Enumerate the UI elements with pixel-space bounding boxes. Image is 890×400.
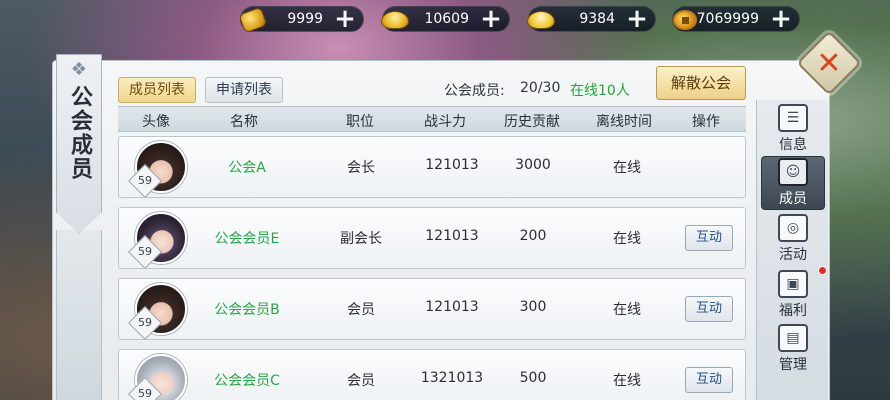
manage-icon: ▤ — [778, 324, 808, 352]
panel-title: 公会成员 — [67, 85, 92, 181]
table-row[interactable]: 59 公会会员E 副会长 121013 200 在线 互动 — [118, 207, 746, 269]
left-strip-decoration — [56, 230, 102, 400]
member-position: 会员 — [347, 302, 375, 318]
member-contribution: 500 — [519, 370, 547, 386]
currency-value: 9999 — [287, 11, 323, 27]
member-name: 公会会员C — [214, 373, 280, 389]
header-action: 操作 — [692, 114, 720, 130]
currency-value: 7069999 — [696, 11, 759, 27]
nav-item-manage[interactable]: ▤ 管理 — [761, 322, 825, 376]
member-contribution: 3000 — [515, 157, 551, 173]
scroll-icon: ☰ — [778, 104, 808, 132]
currency-value: 9384 — [579, 11, 615, 27]
interact-button[interactable]: 互动 — [685, 225, 733, 251]
members-count-label: 公会成员: — [444, 83, 505, 99]
nav-item-activity[interactable]: ◎ 活动 — [761, 212, 825, 266]
member-power: 121013 — [425, 157, 479, 173]
member-name: 公会A — [228, 160, 266, 176]
gold-ingot-icon — [525, 4, 557, 36]
member-contribution: 300 — [519, 299, 547, 315]
member-position: 会员 — [347, 373, 375, 389]
disband-guild-button[interactable]: 解散公会 — [656, 66, 746, 100]
member-position: 副会长 — [340, 231, 382, 247]
gift-icon: ▣ — [778, 270, 808, 298]
member-power: 121013 — [425, 299, 479, 315]
header-position: 职位 — [346, 114, 374, 130]
member-contribution: 200 — [519, 228, 547, 244]
currency-copper-coin: 7069999 + — [672, 6, 800, 32]
table-row[interactable]: 59 公会A 会长 121013 3000 在线 — [118, 136, 746, 198]
knot-icon: ❖ — [70, 59, 88, 80]
members-count-value: 20/30 — [520, 80, 561, 96]
notification-dot — [818, 266, 827, 275]
header-offline-time: 离线时间 — [596, 114, 652, 130]
currency-gold-ingot: 9384 + — [527, 6, 656, 32]
member-offline: 在线 — [613, 302, 641, 318]
nav-item-members[interactable]: ☺ 成员 — [761, 156, 825, 210]
close-icon: ✕ — [816, 45, 842, 81]
member-offline: 在线 — [613, 160, 641, 176]
member-power: 121013 — [425, 228, 479, 244]
interact-button[interactable]: 互动 — [685, 296, 733, 322]
nav-item-welfare[interactable]: ▣ 福利 — [761, 268, 825, 322]
currency-gold-ingot-locked: 10609 + — [381, 6, 510, 32]
add-currency-button[interactable]: + — [625, 6, 649, 32]
tab-application-list[interactable]: 申请列表 — [205, 77, 283, 103]
interact-button[interactable]: 互动 — [685, 367, 733, 393]
coin-purse-icon — [237, 4, 269, 36]
activity-icon: ◎ — [778, 214, 808, 242]
gold-ingot-lock-icon — [379, 4, 411, 36]
header-avatar: 头像 — [142, 114, 170, 130]
table-header: 头像 名称 职位 战斗力 历史贡献 离线时间 操作 — [118, 106, 746, 132]
add-currency-button[interactable]: + — [769, 6, 793, 32]
header-power: 战斗力 — [424, 114, 466, 130]
member-name: 公会会员B — [214, 302, 280, 318]
member-offline: 在线 — [613, 373, 641, 389]
member-icon: ☺ — [778, 158, 808, 186]
panel-title-banner: ❖ 公会成员 — [56, 54, 102, 234]
table-row[interactable]: 59 公会会员C 会员 1321013 500 在线 互动 — [118, 349, 746, 400]
header-name: 名称 — [230, 114, 258, 130]
tab-member-list[interactable]: 成员列表 — [118, 77, 196, 103]
currency-coin-purse: 9999 + — [238, 6, 364, 34]
table-row[interactable]: 59 公会会员B 会员 121013 300 在线 互动 — [118, 278, 746, 340]
member-offline: 在线 — [613, 231, 641, 247]
add-currency-button[interactable]: + — [479, 6, 503, 32]
member-power: 1321013 — [420, 370, 484, 386]
online-count: 在线10人 — [570, 83, 630, 99]
nav-item-info[interactable]: ☰ 信息 — [761, 102, 825, 156]
currency-value: 10609 — [424, 11, 469, 27]
header-contribution: 历史贡献 — [504, 114, 560, 130]
member-position: 会长 — [347, 160, 375, 176]
member-name: 公会会员E — [214, 231, 280, 247]
add-currency-button[interactable]: + — [333, 6, 357, 32]
side-nav: ☰ 信息 ☺ 成员 ◎ 活动 ▣ 福利 ▤ 管理 — [756, 100, 828, 400]
